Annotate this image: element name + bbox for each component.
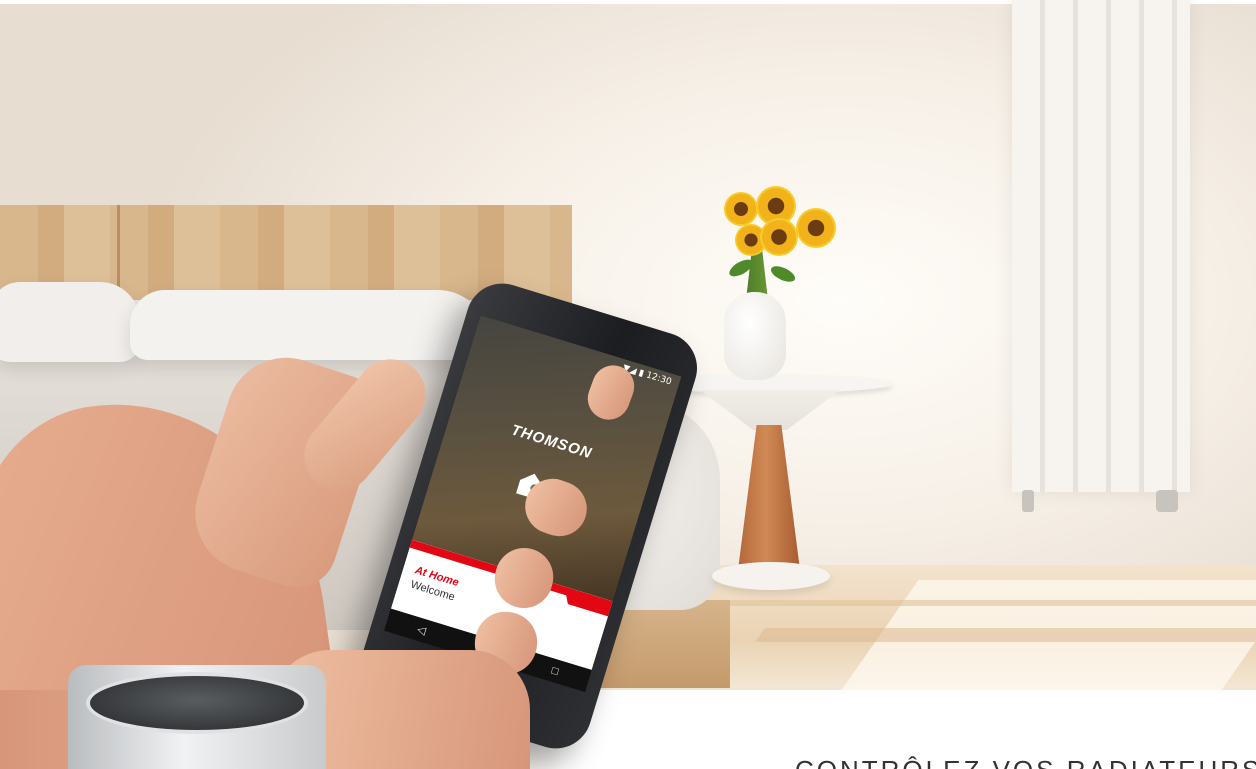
radiator <box>1012 0 1190 492</box>
thermostat-face <box>86 672 308 734</box>
vase <box>724 292 786 380</box>
radiator-valve <box>1022 490 1034 512</box>
floor-plank <box>697 600 1256 606</box>
floor-plank <box>755 628 1256 642</box>
sunflower <box>760 218 798 256</box>
radiator-valve <box>1156 490 1178 512</box>
side-table-foot <box>712 562 830 590</box>
pillow <box>130 290 490 360</box>
hero-image: CONTRÔLEZ VOS RADIATEURS ▼◢ ▮ 12:30 THOM… <box>0 0 1256 769</box>
headline: CONTRÔLEZ VOS RADIATEURS <box>795 755 1256 769</box>
recents-icon[interactable]: □ <box>550 664 560 677</box>
sunflower <box>796 208 836 248</box>
pillow <box>0 282 140 362</box>
sunflower <box>724 192 758 226</box>
back-icon[interactable]: ◁ <box>416 623 428 638</box>
